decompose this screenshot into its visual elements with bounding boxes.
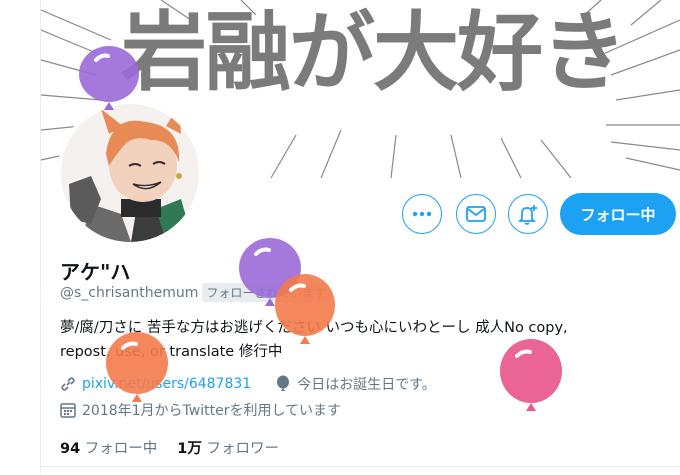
orange-balloon [106,332,168,402]
bell-plus-icon [517,205,537,225]
pink-balloon [500,339,562,411]
profile-avatar[interactable] [57,100,203,246]
followers-count: 1万 [177,441,202,457]
banner-heading: 岩融が大好き [121,3,627,103]
balloon-icon [277,375,290,391]
followers-stat[interactable]: 1万 フォロワー [177,437,279,458]
user-handle: @s_chrisanthemum [60,284,199,301]
notifications-button[interactable] [508,194,548,234]
left-column [0,0,41,474]
follow-stats: 94 フォロー中 1万 フォロワー [60,437,279,458]
more-dots-icon [412,211,432,217]
more-options-button[interactable] [402,194,442,234]
orange-balloon [275,274,335,344]
purple-balloon [79,46,139,110]
followers-label: フォロワー [206,441,280,457]
link-icon [61,377,75,391]
following-label: フォロー中 [84,441,158,457]
following-count: 94 [60,441,81,457]
envelope-icon [466,206,486,222]
avatar-illustration [61,104,199,242]
display-name: アケ"ハ [60,260,131,284]
following-button[interactable]: フォロー中 [560,193,676,235]
joined-row: 2018年1月からTwitterを利用しています [60,400,341,420]
birthday-text: 今日はお誕生日です。 [297,377,436,393]
message-button[interactable] [456,194,496,234]
following-stat[interactable]: 94 フォロー中 [60,437,157,458]
calendar-icon [60,403,76,418]
